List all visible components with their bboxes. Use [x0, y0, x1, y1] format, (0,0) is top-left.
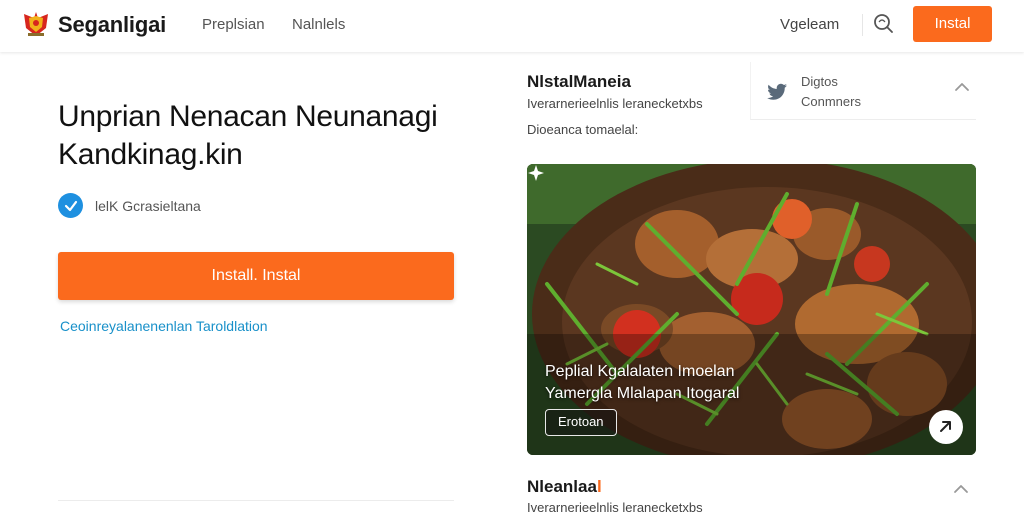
check-circle-icon: [58, 193, 83, 218]
sparkle-icon: [528, 165, 544, 181]
twitter-card[interactable]: Digtos Conmners: [750, 62, 976, 120]
chevron-up-icon[interactable]: [951, 76, 973, 98]
section-2-description: Iverarnerieelnlis leranecketxbs: [527, 500, 703, 515]
feature-caption-line-1: Peplial Kgalalaten Imoelan: [545, 363, 735, 380]
twitter-card-line-1: Digtos: [801, 74, 838, 89]
brand-logo-icon[interactable]: [20, 8, 52, 40]
twitter-card-line-2: Conmners: [801, 94, 861, 109]
arrow-icon: [940, 421, 951, 432]
verified-row: lelK Gcrasieltana: [58, 193, 201, 218]
section-divider: [58, 500, 454, 501]
section-2-title: Nleanlaal: [527, 477, 602, 497]
nav-link-2[interactable]: Nalnlels: [292, 16, 345, 33]
chevron-up-icon[interactable]: [950, 478, 972, 500]
brand-name[interactable]: Seganligai: [58, 12, 166, 38]
aside-title: NlstalManeia: [527, 72, 631, 91]
header-divider: [862, 14, 863, 36]
header-install-button[interactable]: Instal: [913, 6, 992, 42]
twitter-icon: [767, 83, 787, 100]
search-icon[interactable]: [872, 12, 894, 34]
feature-caption-line-2: Yamergla Mlalapan Itogaral: [545, 385, 740, 402]
section-2-title-accent: l: [596, 477, 602, 496]
nav-link-right[interactable]: Vgeleam: [780, 16, 839, 33]
nav-link-1[interactable]: Preplsian: [202, 16, 265, 33]
expand-button[interactable]: [929, 410, 963, 444]
main-install-button[interactable]: Install. Instal: [58, 252, 454, 300]
top-navigation-bar: Seganligai Preplsian Nalnlels Vgeleam In…: [0, 0, 1024, 52]
verified-label: lelK Gcrasieltana: [95, 197, 201, 214]
info-link[interactable]: Ceoinreyalanenenlan Taroldlation: [60, 318, 268, 334]
hero-headline-line-2: Kandkinag.kin: [58, 138, 243, 171]
feature-image-card[interactable]: Peplial Kgalalaten Imoelan Yamergla Mlal…: [527, 164, 976, 455]
section-2-title-main: Nleanlaa: [527, 477, 597, 496]
hero-headline-line-1: Unprian Nenacan Neunanagi: [58, 100, 438, 133]
aside-description-line-2: Dioeanca tomaelal:: [527, 122, 639, 137]
hero-headline: Unprian Nenacan Neunanagi Kandkinag.kin: [58, 98, 478, 174]
feature-badge[interactable]: Erotoan: [545, 409, 617, 436]
aside-description-line-1: Iverarnerieelnlis leranecketxbs: [527, 96, 703, 111]
